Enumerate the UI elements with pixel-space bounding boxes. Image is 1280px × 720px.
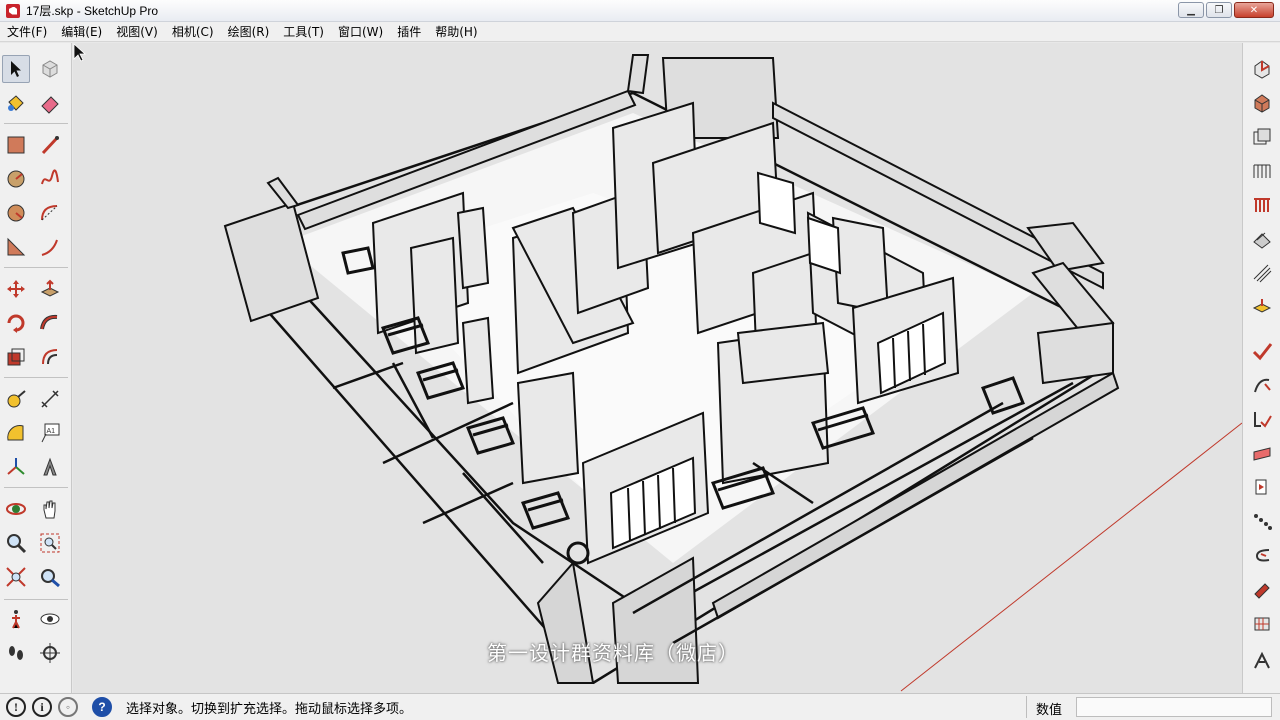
pan-icon[interactable] xyxy=(36,495,64,523)
follow-me-icon[interactable] xyxy=(36,309,64,337)
add-detail-icon[interactable] xyxy=(1248,575,1276,603)
rotate-icon[interactable] xyxy=(2,309,30,337)
model-viewport[interactable]: 第一设计群资料库（微店） xyxy=(73,43,1242,693)
section-plane-icon[interactable] xyxy=(1248,293,1276,321)
sketchup-window: 17层.skp - SketchUp Pro ▁ ❐ ✕ 文件(F) 编辑(E)… xyxy=(0,0,1280,720)
sketchup-logo-icon xyxy=(6,3,20,18)
menu-tools[interactable]: 工具(T) xyxy=(276,23,331,40)
solid-tools-icon[interactable] xyxy=(1248,55,1276,83)
intersect-icon[interactable] xyxy=(1248,123,1276,151)
flip-edge-icon[interactable] xyxy=(1248,473,1276,501)
smoove-icon[interactable] xyxy=(1248,507,1276,535)
paint-bucket-icon[interactable] xyxy=(2,89,30,117)
polygon-icon[interactable] xyxy=(2,199,30,227)
menu-help[interactable]: 帮助(H) xyxy=(428,23,484,40)
menu-plugins[interactable]: 插件 xyxy=(390,23,428,40)
maximize-button[interactable]: ❐ xyxy=(1206,2,1232,18)
credits-icon[interactable]: i xyxy=(32,697,52,717)
check-icon[interactable] xyxy=(1248,337,1276,365)
select-icon[interactable] xyxy=(2,55,30,83)
zoom-icon[interactable] xyxy=(2,529,30,557)
split-icon[interactable] xyxy=(1248,259,1276,287)
close-button[interactable]: ✕ xyxy=(1234,2,1274,18)
status-bar: ! i ◦ ? 选择对象。切换到扩充选择。拖动鼠标选择多项。 数值 xyxy=(0,693,1280,720)
text-tool-label: A1 xyxy=(47,428,56,435)
trim-icon[interactable] xyxy=(1248,225,1276,253)
arc-icon[interactable] xyxy=(36,199,64,227)
status-message: 选择对象。切换到扩充选择。拖动鼠标选择多项。 xyxy=(126,701,413,717)
protractor-icon[interactable] xyxy=(2,419,30,447)
orbit-icon[interactable] xyxy=(2,495,30,523)
look-around-icon[interactable] xyxy=(36,605,64,633)
stamp-icon[interactable] xyxy=(1248,439,1276,467)
two-point-arc-icon[interactable] xyxy=(36,233,64,261)
push-pull-icon[interactable] xyxy=(36,275,64,303)
window-title: 17层.skp - SketchUp Pro xyxy=(26,4,159,18)
subtract-icon[interactable] xyxy=(1248,191,1276,219)
drape-icon[interactable] xyxy=(1248,405,1276,433)
walk-icon[interactable] xyxy=(2,605,30,633)
component-icon[interactable] xyxy=(36,55,64,83)
outer-shell-icon[interactable] xyxy=(1248,89,1276,117)
3d-text-icon[interactable] xyxy=(36,453,64,481)
minimize-button[interactable]: ▁ xyxy=(1178,2,1204,18)
mouse-cursor-icon xyxy=(73,43,87,62)
solid-sandbox-toolbar xyxy=(1242,43,1280,693)
line-icon[interactable] xyxy=(36,131,64,159)
menu-window[interactable]: 窗口(W) xyxy=(331,23,390,40)
offset-icon[interactable] xyxy=(36,343,64,371)
menu-view[interactable]: 视图(V) xyxy=(109,23,165,40)
watermark-subtitle: 第一设计群资料库（微店） xyxy=(487,641,739,665)
user-icon[interactable]: ◦ xyxy=(58,697,78,717)
grid-icon[interactable] xyxy=(1248,609,1276,637)
measurements-input[interactable] xyxy=(1076,697,1272,717)
circle-icon[interactable] xyxy=(2,165,30,193)
eraser-icon[interactable] xyxy=(36,89,64,117)
tape-measure-icon[interactable] xyxy=(2,385,30,413)
help-icon[interactable]: ? xyxy=(92,697,112,717)
menu-draw[interactable]: 绘图(R) xyxy=(221,23,277,40)
text-icon[interactable]: A1 xyxy=(36,419,64,447)
position-camera-icon[interactable] xyxy=(36,639,64,667)
pie-icon[interactable] xyxy=(2,233,30,261)
zoom-extents-icon[interactable] xyxy=(2,563,30,591)
sandbox-icon[interactable] xyxy=(1248,371,1276,399)
measurements-label: 数值 xyxy=(1036,703,1063,718)
rectangle-icon[interactable] xyxy=(2,131,30,159)
move-icon[interactable] xyxy=(2,275,30,303)
status-divider xyxy=(1026,696,1027,718)
union-icon[interactable] xyxy=(1248,157,1276,185)
menu-bar: 文件(F) 编辑(E) 视图(V) 相机(C) 绘图(R) 工具(T) 窗口(W… xyxy=(0,22,1280,42)
menu-edit[interactable]: 编辑(E) xyxy=(54,23,109,40)
axes-icon[interactable] xyxy=(2,453,30,481)
freehand-icon[interactable] xyxy=(36,165,64,193)
scale-icon[interactable] xyxy=(2,343,30,371)
geo-location-icon[interactable]: ! xyxy=(6,697,26,717)
large-tool-set: A1 xyxy=(0,43,72,693)
menu-camera[interactable]: 相机(C) xyxy=(165,23,221,40)
warehouse-icon[interactable] xyxy=(1248,647,1276,675)
building-model xyxy=(223,54,1242,692)
dimension-icon[interactable] xyxy=(36,385,64,413)
zoom-window-icon[interactable] xyxy=(36,529,64,557)
footprints-icon[interactable] xyxy=(2,639,30,667)
title-bar: 17层.skp - SketchUp Pro ▁ ❐ ✕ xyxy=(0,0,1280,22)
menu-file[interactable]: 文件(F) xyxy=(0,23,54,40)
previous-view-icon[interactable] xyxy=(36,563,64,591)
from-contours-icon[interactable] xyxy=(1248,541,1276,569)
